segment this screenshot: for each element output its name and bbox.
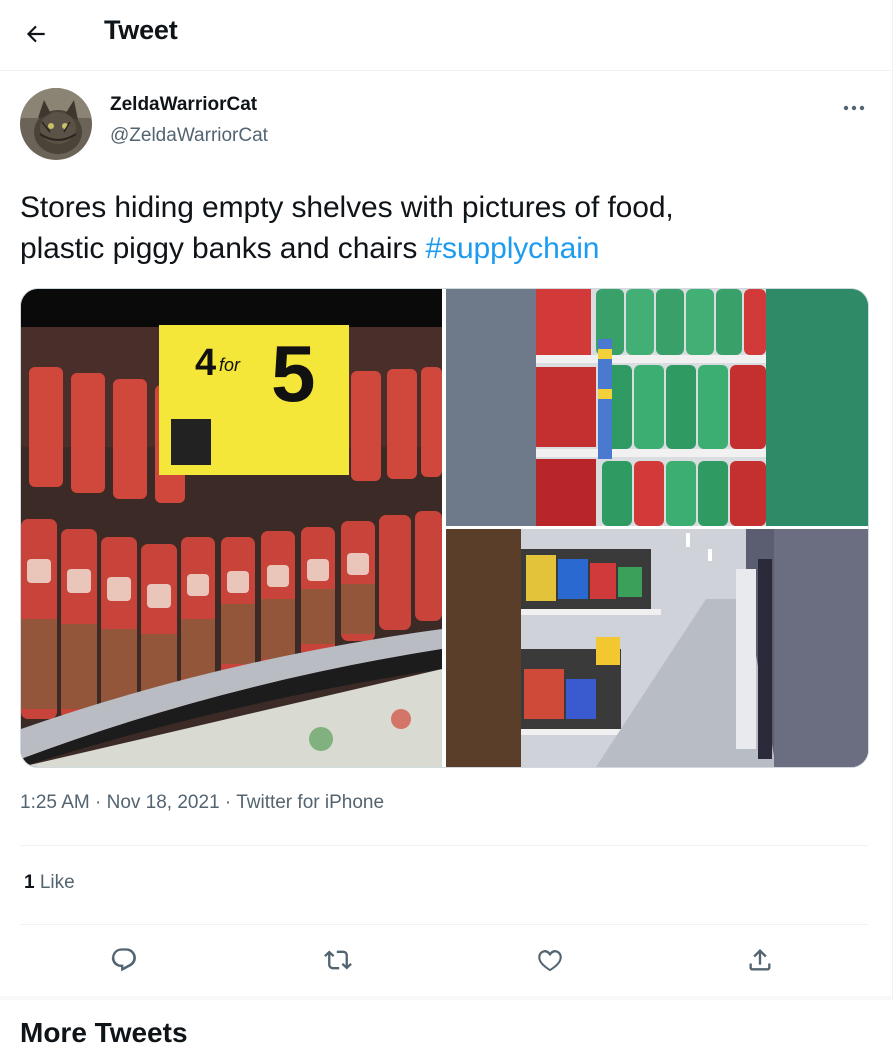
column-border: [892, 0, 893, 1000]
avatar[interactable]: [20, 88, 92, 160]
reply-icon: [111, 948, 136, 972]
likes-count-link[interactable]: 1 Like: [24, 872, 75, 894]
tweet-date[interactable]: Nov 18, 2021: [107, 792, 220, 813]
page-title: Tweet: [104, 15, 178, 45]
tweet-text: Stores hiding empty shelves with picture…: [20, 187, 860, 269]
heart-icon: [538, 950, 562, 972]
back-button[interactable]: [16, 14, 56, 54]
price-sign-count: 4: [195, 342, 216, 384]
author-display-name[interactable]: ZeldaWarriorCat: [110, 94, 257, 116]
tweet-metadata: 1:25 AM · Nov 18, 2021 · Twitter for iPh…: [20, 792, 384, 814]
more-options-button[interactable]: [834, 96, 874, 120]
back-arrow-icon: [26, 25, 45, 43]
hashtag-link[interactable]: #supplychain: [425, 232, 599, 265]
meta-separator: ·: [224, 792, 232, 813]
like-count: 1: [24, 872, 35, 893]
share-icon: [749, 949, 771, 971]
media-grid: 4 for 5: [20, 288, 869, 768]
tweet-time[interactable]: 1:25 AM: [20, 792, 90, 813]
price-sign-price: 5: [271, 329, 316, 418]
media-photo-2[interactable]: [446, 289, 868, 526]
media-photo-1[interactable]: 4 for 5: [21, 289, 442, 767]
author-handle[interactable]: @ZeldaWarriorCat: [110, 125, 268, 147]
share-button[interactable]: [740, 940, 780, 980]
tweet-header: Tweet: [0, 0, 892, 71]
divider: [20, 845, 868, 846]
more-tweets-heading: More Tweets: [20, 1017, 188, 1048]
meta-separator: ·: [95, 792, 102, 813]
tweet-text-line2: plastic piggy banks and chairs: [20, 232, 426, 265]
retweet-button[interactable]: [318, 940, 358, 980]
like-button[interactable]: [530, 940, 570, 980]
price-sign-for: for: [219, 355, 241, 375]
media-photo-3[interactable]: [446, 529, 868, 767]
retweet-icon: [324, 950, 352, 970]
tweet-text-line1: Stores hiding empty shelves with picture…: [20, 191, 674, 224]
reply-button[interactable]: [104, 940, 144, 980]
divider: [20, 924, 868, 925]
tweet-source[interactable]: Twitter for iPhone: [236, 792, 384, 813]
more-dots-icon: [843, 105, 865, 111]
like-label: Like: [39, 872, 75, 893]
section-separator: [0, 996, 892, 1000]
